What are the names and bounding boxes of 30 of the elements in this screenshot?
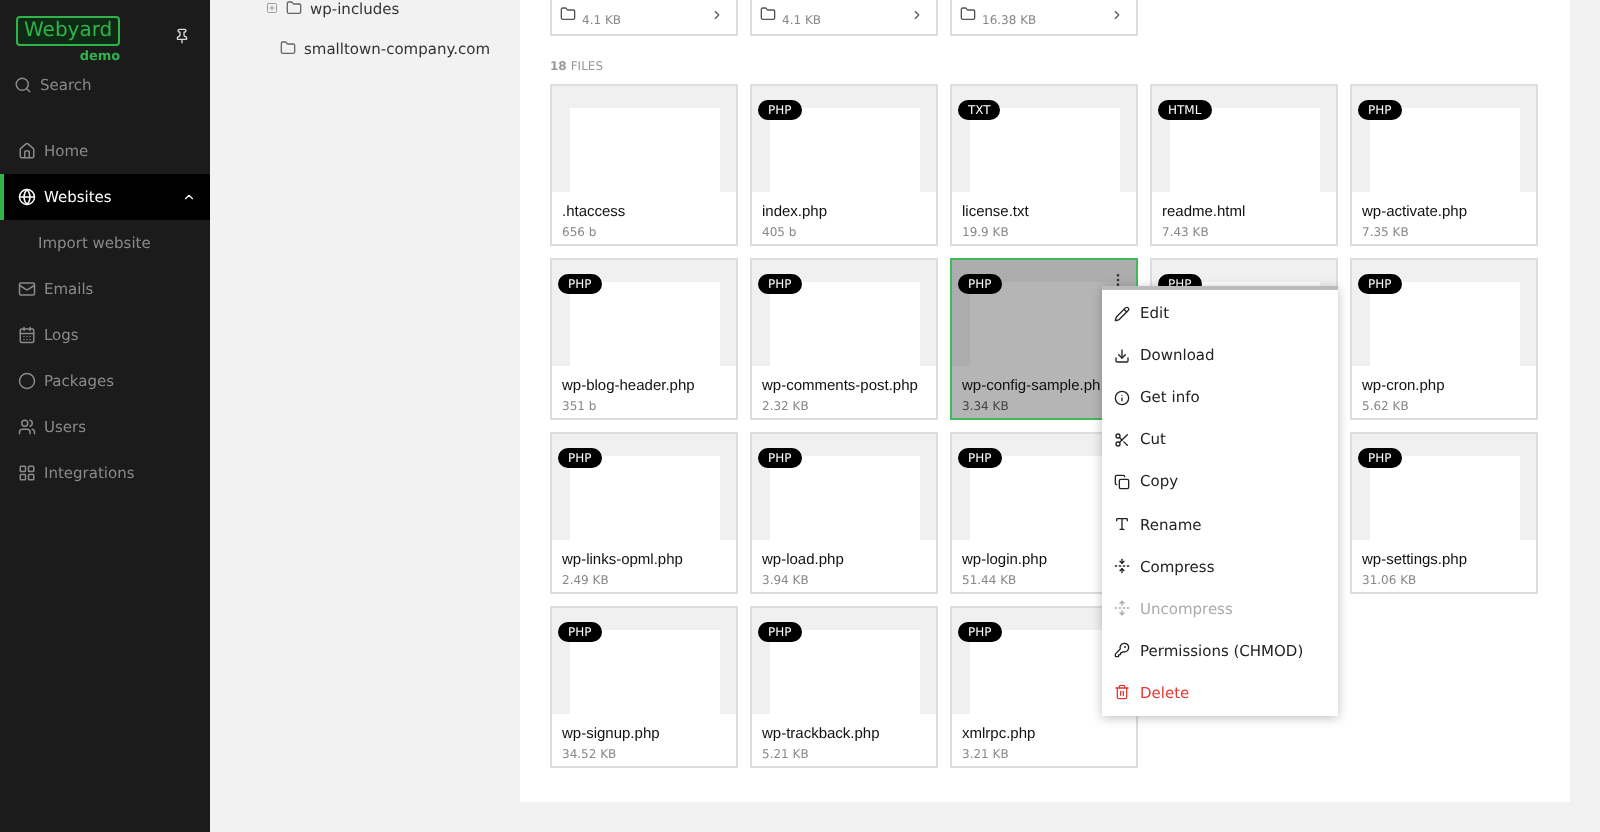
grid-icon — [18, 464, 36, 482]
pin-icon[interactable] — [174, 28, 190, 44]
folder-icon — [560, 6, 576, 22]
logo: Webyard — [16, 16, 121, 46]
circle-icon — [18, 372, 36, 390]
uncompress-icon — [1114, 600, 1130, 617]
chevron-icon — [910, 8, 924, 22]
compress-icon — [1114, 558, 1130, 575]
text-cursor-icon — [1114, 516, 1130, 533]
folder-icon — [760, 6, 776, 22]
search-icon — [14, 75, 32, 93]
folder-icon — [286, 0, 302, 16]
info-icon — [1114, 389, 1130, 406]
chevron-icon — [1110, 8, 1124, 22]
calendar-icon — [18, 326, 36, 344]
mail-icon — [18, 280, 36, 298]
scissors-icon — [1114, 431, 1130, 448]
users-icon — [18, 418, 36, 436]
folder-icon — [960, 6, 976, 22]
download-icon — [1114, 347, 1130, 364]
pencil-icon — [1114, 305, 1130, 322]
globe-icon — [18, 188, 36, 206]
home-icon — [18, 142, 36, 160]
expand-icon[interactable] — [266, 2, 278, 14]
copy-icon — [1114, 473, 1130, 490]
folder-icon — [280, 40, 296, 56]
trash-icon — [1114, 684, 1130, 701]
chevron-icon — [710, 8, 724, 22]
caret-icon[interactable] — [182, 190, 196, 204]
key-icon — [1114, 642, 1130, 659]
